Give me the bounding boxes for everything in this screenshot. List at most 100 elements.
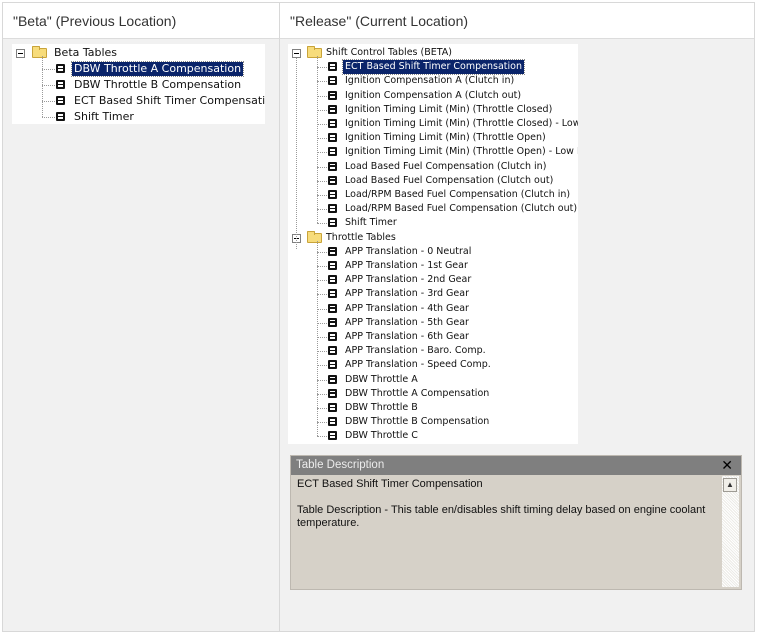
description-body: ECT Based Shift Timer Compensation Table… (291, 475, 721, 589)
tree-item[interactable]: Ignition Compensation A (Clutch out) (288, 89, 578, 103)
table-icon (328, 204, 337, 214)
tree-connector (317, 109, 327, 111)
table-icon (328, 147, 337, 157)
tree-item-label: APP Translation - 2nd Gear (345, 274, 472, 286)
table-icon (328, 360, 337, 370)
tree-connector (42, 101, 55, 102)
tree-branch-line (42, 56, 43, 117)
table-icon (328, 303, 337, 313)
table-icon (328, 246, 337, 256)
tree-item-label: DBW Throttle B Compensation (74, 78, 242, 91)
tree-item[interactable]: DBW Throttle B Compensation (288, 415, 578, 429)
tree-item[interactable]: APP Translation - 0 Neutral (288, 245, 578, 259)
tree-item-label: APP Translation - 5th Gear (345, 316, 469, 328)
tree-folder-label: Beta Tables (54, 46, 118, 59)
tree-item-label: APP Translation - 1st Gear (345, 260, 468, 271)
tree-branch-line (317, 56, 318, 224)
table-icon (328, 90, 337, 100)
table-icon (328, 431, 337, 441)
tree-folder-node[interactable]: Beta Tables (12, 46, 265, 60)
description-scrollbar[interactable]: ▲ (722, 476, 739, 587)
tree-item-label: DBW Throttle A (345, 373, 418, 385)
release-tree-view[interactable]: Shift Control Tables (BETA) ECT Based Shi… (288, 44, 578, 444)
tree-item-label: Shift Timer (74, 110, 134, 123)
tree-item[interactable]: APP Translation - 5th Gear (288, 316, 578, 330)
tree-connector (317, 166, 327, 168)
tree-item[interactable]: Ignition Timing Limit (Min) (Throttle Op… (288, 145, 578, 159)
tree-item-label: APP Translation - 3rd Gear (345, 288, 469, 300)
tree-item[interactable]: APP Translation - 2nd Gear (288, 273, 578, 287)
description-title-bar: Table Description ✕ (291, 456, 741, 475)
table-description-panel: Table Description ✕ ECT Based Shift Time… (290, 455, 742, 590)
tree-item[interactable]: Load/RPM Based Fuel Compensation (Clutch… (288, 202, 578, 216)
scroll-up-arrow-icon[interactable]: ▲ (723, 478, 737, 492)
tree-item[interactable]: Load Based Fuel Compensation (Clutch out… (288, 174, 578, 188)
tree-item[interactable]: DBW Throttle B (288, 401, 578, 415)
tree-folder-node[interactable]: Shift Control Tables (BETA) (288, 46, 578, 60)
tree-item[interactable]: Ignition Compensation A (Clutch in) (288, 74, 578, 88)
tree-item-label: DBW Throttle B Compensation (345, 416, 490, 428)
tree-connector (317, 280, 327, 282)
beta-tree-view[interactable]: Beta Tables DBW Throttle A Compensation DB… (12, 44, 265, 124)
table-icon (328, 104, 337, 114)
tree-item-label: APP Translation - 0 Neutral (345, 245, 472, 257)
tree-item-label: APP Translation - 6th Gear (345, 331, 469, 342)
tree-item-label: Ignition Timing Limit (Min) (Throttle Cl… (345, 103, 553, 115)
tree-item[interactable]: APP Translation - 6th Gear (288, 330, 578, 344)
tree-item[interactable]: DBW Throttle C (288, 429, 578, 443)
description-table-name: ECT Based Shift Timer Compensation (297, 478, 483, 490)
tree-item[interactable]: Ignition Timing Limit (Min) (Throttle Cl… (288, 103, 578, 117)
tree-connector (317, 337, 327, 338)
tree-item[interactable]: APP Translation - Baro. Comp. (288, 344, 578, 358)
minus-box-icon[interactable] (292, 49, 301, 58)
tree-connector (317, 124, 327, 125)
table-icon (328, 289, 337, 299)
table-icon (328, 261, 337, 270)
tree-item-label: DBW Throttle C (345, 430, 418, 442)
tree-folder-label: Throttle Tables (326, 231, 396, 243)
tree-folder-label: Shift Control Tables (BETA) (326, 47, 453, 58)
tree-item[interactable]: Load Based Fuel Compensation (Clutch in) (288, 160, 578, 174)
minus-box-icon[interactable] (16, 49, 25, 58)
tree-item-label: Ignition Compensation A (Clutch out) (345, 89, 522, 101)
table-icon (328, 346, 337, 356)
tree-item-label: Load/RPM Based Fuel Compensation (Clutch… (345, 203, 578, 215)
tree-item[interactable]: ECT Based Shift Timer Compensation (12, 94, 265, 108)
tree-item[interactable]: Load/RPM Based Fuel Compensation (Clutch… (288, 188, 578, 202)
tree-item[interactable]: APP Translation - 1st Gear (288, 259, 578, 273)
tree-item-label: Ignition Timing Limit (Min) (Throttle Op… (345, 132, 546, 144)
tree-item[interactable]: DBW Throttle B Compensation (12, 78, 265, 92)
tree-item[interactable]: APP Translation - Speed Comp. (288, 358, 578, 372)
tree-item[interactable]: Ignition Timing Limit (Min) (Throttle Cl… (288, 117, 578, 131)
tree-item[interactable]: DBW Throttle A Compensation (288, 387, 578, 401)
tree-item-label: DBW Throttle A Compensation (70, 61, 245, 77)
close-icon[interactable]: ✕ (721, 456, 733, 475)
table-icon (56, 64, 65, 73)
table-icon (328, 317, 337, 327)
table-icon (328, 417, 337, 427)
table-icon (328, 133, 337, 143)
tree-connector (317, 138, 327, 140)
tree-item[interactable]: ECT Based Shift Timer Compensation (288, 59, 578, 76)
tree-connector (317, 308, 327, 310)
tree-item[interactable]: Shift Timer (12, 110, 265, 124)
tree-item-label: Ignition Timing Limit (Min) (Throttle Cl… (345, 118, 578, 129)
table-icon (328, 403, 337, 412)
tree-item[interactable]: Shift Timer (288, 216, 578, 230)
tree-connector (317, 294, 327, 296)
tree-item[interactable]: APP Translation - 4th Gear (288, 302, 578, 316)
tree-folder-node[interactable]: Throttle Tables (288, 230, 578, 245)
tree-item[interactable]: DBW Throttle A Compensation (12, 61, 265, 77)
tree-connector (317, 322, 327, 324)
tree-item-label: DBW Throttle B (345, 402, 418, 413)
tree-connector (317, 195, 327, 196)
tree-item[interactable]: Ignition Timing Limit (Min) (Throttle Op… (288, 131, 578, 145)
release-column-header: "Release" (Current Location) (279, 3, 754, 39)
tree-item[interactable]: DBW Throttle A (288, 373, 578, 387)
column-divider (279, 39, 280, 631)
description-title: Table Description (296, 459, 385, 471)
folder-icon (32, 46, 47, 58)
tree-item[interactable]: APP Translation - 3rd Gear (288, 287, 578, 301)
tree-item-label: APP Translation - Baro. Comp. (345, 345, 486, 357)
tree-connector (317, 180, 327, 182)
